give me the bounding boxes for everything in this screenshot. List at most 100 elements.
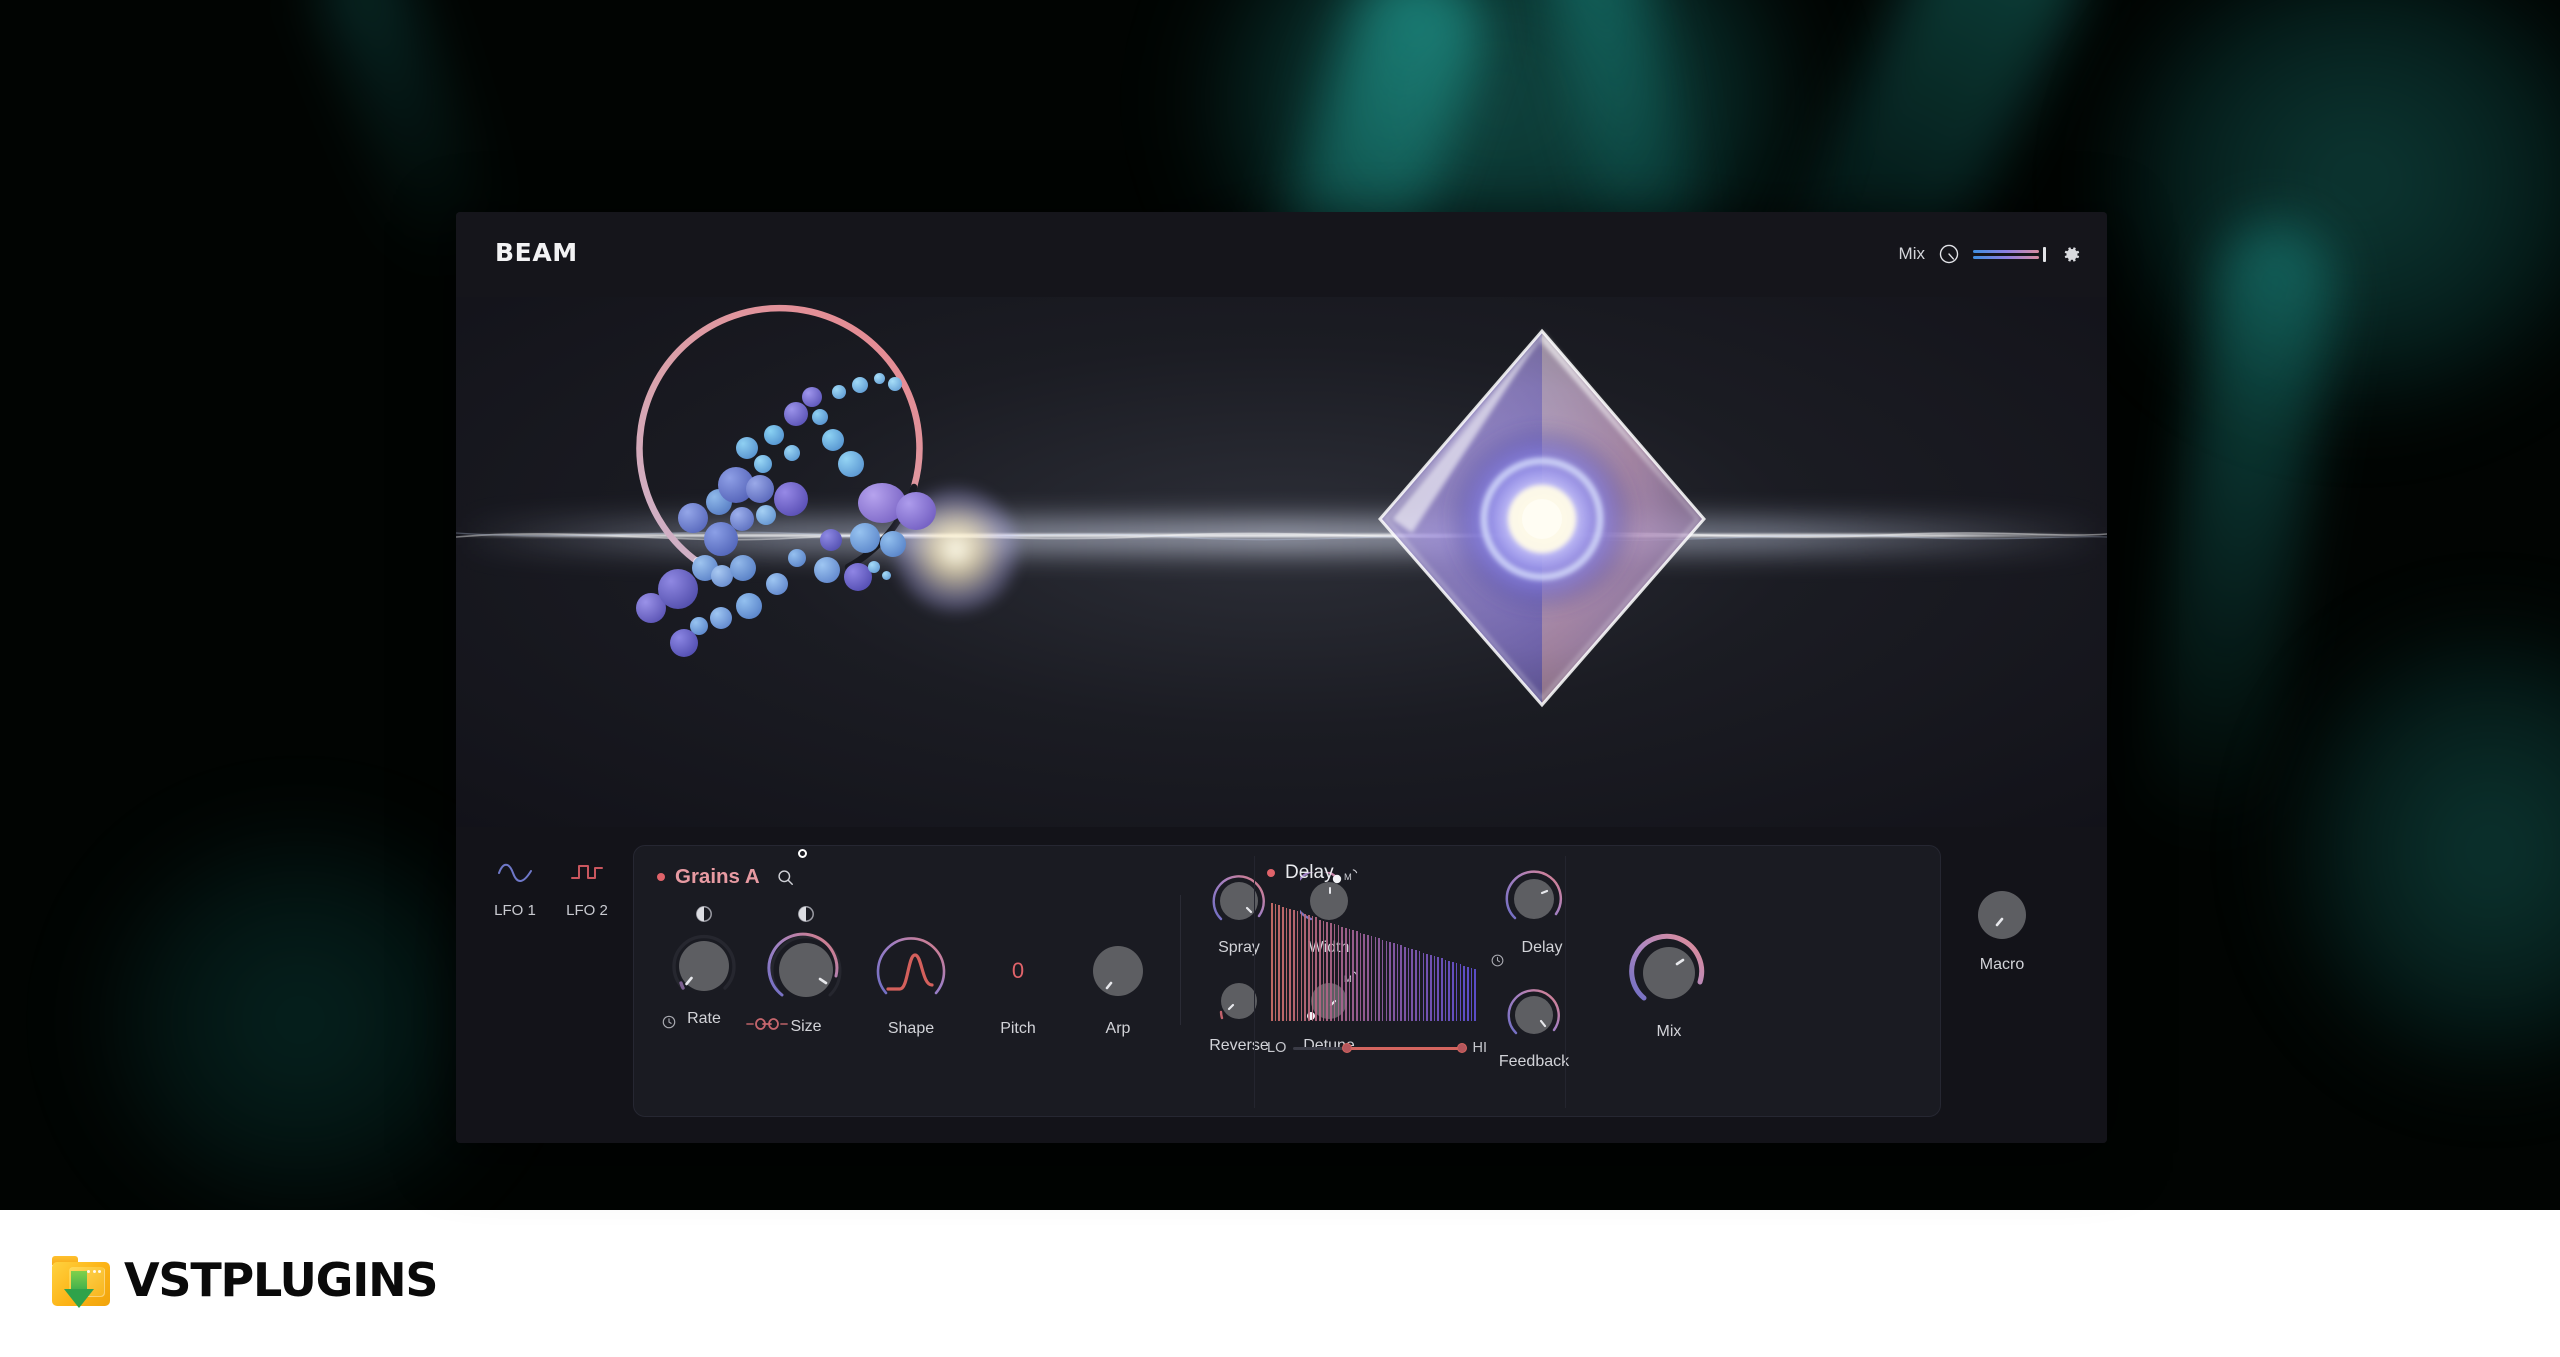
spectrum-bar bbox=[1400, 945, 1402, 1021]
header-mix-label: Mix bbox=[1898, 244, 1925, 263]
gear-icon[interactable] bbox=[2061, 244, 2082, 265]
knob-arp[interactable]: Arp bbox=[1068, 904, 1168, 1038]
knob-feedback-dial[interactable] bbox=[1505, 986, 1563, 1044]
spectrum-bar bbox=[1407, 947, 1410, 1021]
spectrum-bar bbox=[1381, 939, 1384, 1021]
knob-shape-label: Shape bbox=[887, 1020, 935, 1037]
spectrum-bar bbox=[1396, 944, 1399, 1021]
spectrum-bar bbox=[1278, 905, 1280, 1021]
knob-delay[interactable]: Delay bbox=[1479, 868, 1589, 957]
lfo-2-label: LFO 2 bbox=[566, 902, 608, 919]
delay-range-low-handle[interactable] bbox=[1341, 1043, 1352, 1053]
grain-particle bbox=[820, 529, 842, 551]
grain-particle bbox=[746, 475, 774, 503]
knob-pitch[interactable]: 0 Pitch bbox=[968, 904, 1068, 1038]
knob-feedback[interactable]: Feedback bbox=[1479, 986, 1589, 1071]
folder-download-icon bbox=[52, 1254, 110, 1308]
spectrum-bar bbox=[1378, 938, 1380, 1021]
spectrum-bar bbox=[1337, 925, 1340, 1021]
spectrum-bar bbox=[1359, 932, 1362, 1021]
spectrum-bar bbox=[1466, 966, 1469, 1021]
handle-dot-icon[interactable] bbox=[798, 849, 807, 858]
spectrum-bar bbox=[1289, 908, 1292, 1021]
spectrum-bar bbox=[1448, 960, 1451, 1021]
delay-range-high-handle[interactable] bbox=[1457, 1043, 1468, 1053]
lfo-1[interactable]: LFO 1 bbox=[486, 860, 544, 950]
grain-particle bbox=[852, 377, 868, 393]
moon-icon[interactable] bbox=[695, 904, 713, 924]
knob-macro[interactable]: Macro bbox=[1970, 883, 2034, 974]
grain-particle bbox=[784, 402, 808, 426]
grains-module-header: Grains A bbox=[657, 865, 795, 889]
spectrum-bar bbox=[1392, 943, 1395, 1021]
search-icon[interactable] bbox=[776, 868, 795, 887]
grain-particle bbox=[888, 377, 902, 391]
knob-size[interactable]: Size bbox=[758, 904, 854, 1036]
knob-shape[interactable]: Shape bbox=[856, 904, 966, 1038]
spectrum-bar bbox=[1385, 940, 1388, 1021]
spectrum-bar bbox=[1326, 921, 1329, 1021]
grain-particle bbox=[756, 505, 776, 525]
knob-delay-dial[interactable] bbox=[1503, 868, 1565, 930]
spectrum-bar bbox=[1374, 937, 1377, 1021]
clock-icon[interactable] bbox=[661, 1014, 677, 1030]
delay-range-low-label: LO bbox=[1267, 1040, 1287, 1056]
spectrum-bar bbox=[1367, 934, 1369, 1021]
spectrum-bar bbox=[1370, 936, 1373, 1021]
knob-rate[interactable]: Rate bbox=[656, 904, 752, 1028]
grain-particle bbox=[736, 437, 758, 459]
spectrum-bar bbox=[1411, 949, 1414, 1021]
knob-mix-dial[interactable] bbox=[1628, 932, 1710, 1014]
knob-pitch-value[interactable]: 0 bbox=[1012, 958, 1024, 984]
knob-arp-label: Arp bbox=[1105, 1020, 1131, 1037]
spectrum-bar bbox=[1463, 965, 1465, 1021]
visualizer-canvas[interactable]: Grains A bbox=[456, 297, 2107, 827]
knob-rate-dial[interactable] bbox=[669, 931, 739, 1001]
spectrum-bar bbox=[1319, 919, 1321, 1021]
grain-particle bbox=[832, 385, 846, 399]
grain-particle bbox=[822, 429, 844, 451]
mod-m-icon[interactable]: M bbox=[1343, 868, 1358, 883]
knob-spray-dial[interactable] bbox=[1210, 872, 1268, 930]
spectrum-bar bbox=[1426, 953, 1428, 1021]
delay-range-track[interactable] bbox=[1293, 1043, 1468, 1053]
knob-mix[interactable]: Mix bbox=[1609, 932, 1729, 1041]
knob-size-dial[interactable] bbox=[767, 931, 845, 1009]
grain-particle bbox=[730, 507, 754, 531]
grain-particle bbox=[874, 373, 885, 384]
grain-particle bbox=[868, 561, 880, 573]
delay-range-slider[interactable]: LO HI bbox=[1267, 1038, 1487, 1058]
grain-particle bbox=[880, 531, 906, 557]
grain-cloud bbox=[606, 317, 1021, 657]
grain-particle bbox=[802, 387, 822, 407]
delay-range-fill bbox=[1346, 1046, 1463, 1050]
background-glow-3 bbox=[2280, 620, 2560, 1080]
delay-spectrum[interactable] bbox=[1271, 903, 1478, 1021]
octahedron-crystal[interactable] bbox=[1372, 323, 1712, 713]
knob-macro-dial[interactable] bbox=[1970, 883, 2034, 947]
module-panel: Grains A Rate Size Shape 0 Pitch Arp Spr… bbox=[633, 845, 1941, 1117]
spectrum-bar bbox=[1470, 967, 1473, 1021]
spectrum-bar bbox=[1307, 914, 1310, 1021]
knob-reverse-dial[interactable] bbox=[1212, 974, 1266, 1028]
background-glow-4 bbox=[90, 820, 510, 1210]
knob-rate-label: Rate bbox=[687, 1010, 721, 1027]
clock-icon[interactable] bbox=[1490, 953, 1505, 968]
knob-shape-dial[interactable] bbox=[870, 931, 952, 1011]
knob-arp-dial[interactable] bbox=[1078, 931, 1158, 1011]
lfo-2[interactable]: LFO 2 bbox=[558, 860, 616, 950]
knob-spray[interactable]: Spray bbox=[1196, 872, 1282, 957]
panel-divider bbox=[1180, 895, 1181, 1025]
spectrum-bar bbox=[1459, 964, 1462, 1021]
spectrum-bar bbox=[1300, 912, 1303, 1021]
spectrum-bar bbox=[1311, 915, 1314, 1021]
mix-knob-icon[interactable] bbox=[1938, 243, 1960, 265]
delay-panel-divider bbox=[1254, 856, 1255, 1108]
mix-panel-divider bbox=[1565, 856, 1566, 1108]
delay-module-title: Delay bbox=[1285, 862, 1334, 883]
grain-particle bbox=[812, 409, 828, 425]
svg-text:M: M bbox=[1344, 872, 1352, 882]
moon-icon[interactable] bbox=[797, 904, 815, 924]
grain-particle bbox=[766, 573, 788, 595]
grain-particle bbox=[764, 425, 784, 445]
